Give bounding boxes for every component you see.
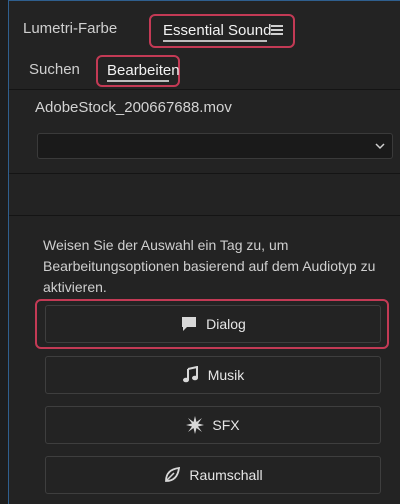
burst-icon — [186, 416, 205, 434]
active-subtab-underline — [107, 80, 169, 82]
chevron-down-icon — [375, 143, 385, 150]
speech-bubble-icon — [182, 317, 197, 331]
divider — [9, 215, 400, 216]
leaf-icon — [165, 466, 181, 482]
panel-tab-bar: Lumetri-Farbe Essential Sound — [9, 1, 400, 51]
sfx-button-label: SFX — [212, 417, 240, 433]
tab-lumetri-color[interactable]: Lumetri-Farbe — [23, 20, 117, 37]
tab-essential-sound[interactable]: Essential Sound — [149, 14, 295, 48]
dialog-button[interactable]: Dialog — [45, 305, 381, 343]
divider — [9, 89, 400, 90]
ambience-button[interactable]: Raumschall — [45, 456, 381, 494]
assign-tag-hint: Weisen Sie der Auswahl ein Tag zu, um Be… — [43, 237, 376, 295]
sfx-button[interactable]: SFX — [45, 406, 381, 444]
music-note-icon — [182, 366, 198, 383]
subtab-edit[interactable]: Bearbeiten — [96, 55, 180, 87]
panel-menu-icon[interactable] — [271, 25, 283, 35]
subtab-browse[interactable]: Suchen — [29, 61, 80, 78]
essential-sound-panel: Lumetri-Farbe Essential Sound Suchen Bea… — [8, 0, 400, 504]
dialog-button-label: Dialog — [206, 316, 246, 332]
music-button[interactable]: Musik — [45, 356, 381, 394]
active-tab-underline — [163, 40, 267, 42]
ambience-button-label: Raumschall — [189, 467, 263, 483]
subtab-edit-label: Bearbeiten — [107, 62, 180, 79]
music-button-label: Musik — [207, 367, 245, 383]
tab-essential-sound-label: Essential Sound — [163, 22, 272, 39]
divider — [9, 173, 400, 174]
preset-dropdown[interactable] — [37, 133, 393, 159]
clip-filename: AdobeStock_200667688.mov — [35, 99, 232, 116]
subtab-bar: Suchen Bearbeiten — [9, 53, 400, 87]
